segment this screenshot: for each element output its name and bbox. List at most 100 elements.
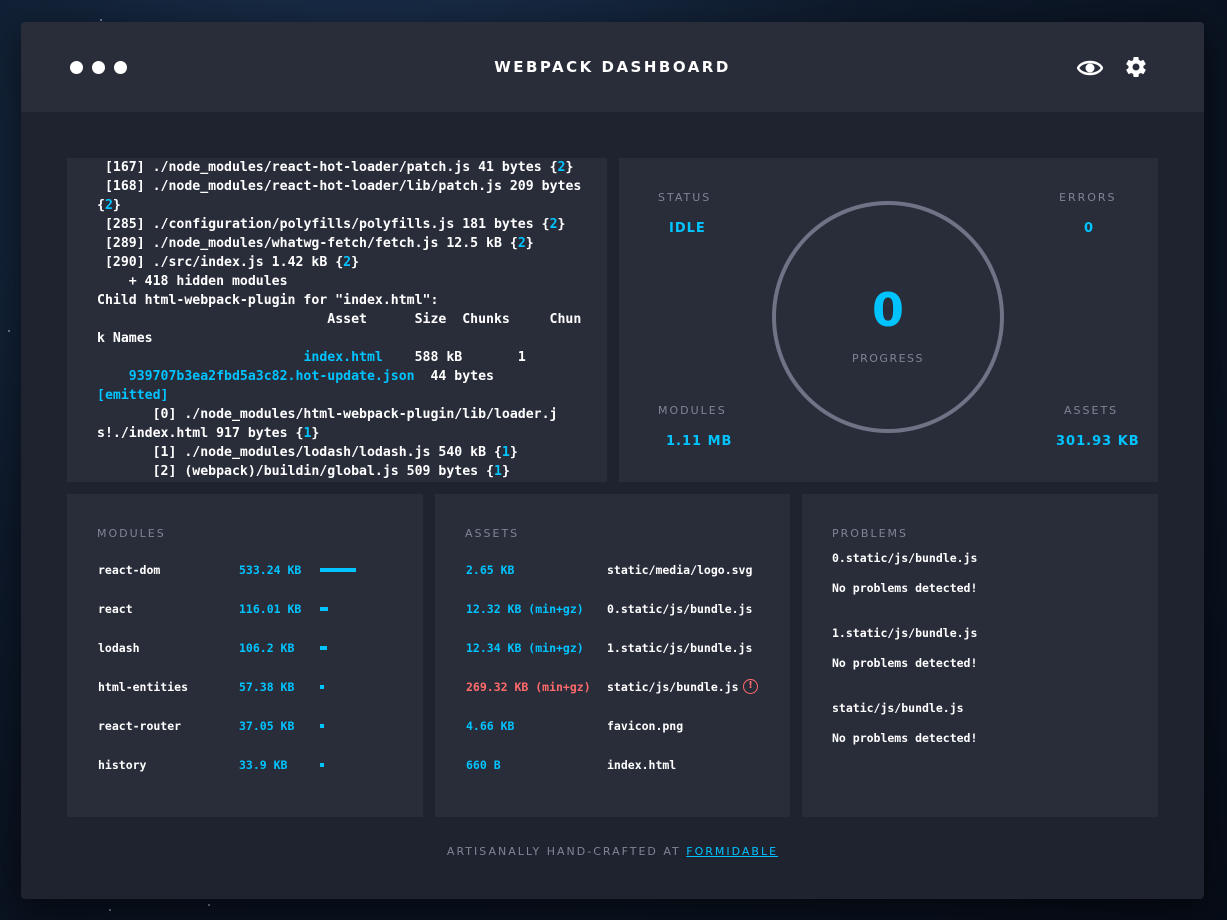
module-size-bar [320,763,324,767]
errors-value: 0 [1084,221,1095,236]
module-row: react-dom 533.24 KB [67,563,423,579]
star [100,19,102,21]
module-row: react 116.01 KB [67,602,423,618]
asset-size: 660 B [466,758,501,772]
asset-row: 660 B index.html [435,758,790,774]
log-segment: Child html-webpack-plugin for "index.htm… [97,293,439,308]
log-segment: index.html [303,350,383,365]
log-segment: [168] ./node_modules/react-hot-loader/li… [97,179,590,213]
errors-label: ERRORS [1059,191,1117,204]
asset-name: favicon.png [607,719,684,733]
modules-total-label: MODULES [658,404,727,417]
module-size: 116.01 KB [239,602,302,616]
module-name: react-dom [98,563,161,577]
module-name: lodash [98,641,140,655]
log-segment: 2 [517,236,526,251]
problem-message: No problems detected! [832,731,978,745]
log-segment: [167] ./node_modules/react-hot-loader/pa… [97,160,558,175]
asset-name: 1.static/js/bundle.js [607,641,753,655]
module-size-bar [320,607,328,611]
log-segment: Asset Size Chunks Chunk Names [97,312,582,346]
modules-title: MODULES [97,527,166,540]
asset-size: 269.32 KB (min+gz) [466,680,591,694]
build-log-panel[interactable]: [167] ./node_modules/react-hot-loader/pa… [67,158,607,482]
log-line: [290] ./src/index.js 1.42 kB {2} [97,253,585,272]
log-segment: } [565,160,574,175]
module-row: html-entities 57.38 KB [67,680,423,696]
asset-name: static/js/bundle.js [607,680,739,694]
gear-icon[interactable] [1124,55,1148,79]
footer-text: ARTISANALLY HAND-CRAFTED AT [446,845,681,858]
status-label: STATUS [658,191,712,204]
module-size: 533.24 KB [239,563,302,577]
log-segment: [285] ./configuration/polyfills/polyfill… [97,217,550,232]
log-line: [168] ./node_modules/react-hot-loader/li… [97,177,585,215]
module-name: history [98,758,147,772]
log-segment: } [509,445,518,460]
module-row: react-router 37.05 KB [67,719,423,735]
log-line: [0] ./node_modules/html-webpack-plugin/l… [97,405,585,443]
log-segment: 939707b3ea2fbd5a3c82.hot-update.json [128,369,415,384]
log-segment: [emitted] [97,388,169,403]
module-name: react-router [98,719,182,733]
title-bar: WEBPACK DASHBOARD [21,22,1204,112]
module-row: lodash 106.2 KB [67,641,423,657]
log-segment: [0] ./node_modules/html-webpack-plugin/l… [97,407,558,441]
log-line: [289] ./node_modules/whatwg-fetch/fetch.… [97,234,585,253]
log-segment: } [557,217,566,232]
progress-ring: 0 PROGRESS [772,201,1004,433]
module-size-bar [320,685,324,689]
problem-file: static/js/bundle.js [832,701,964,715]
log-segment: [1] ./node_modules/lodash/lodash.js 540 … [97,445,502,460]
assets-total-label: ASSETS [1064,404,1119,417]
log-line: + 418 hidden modules [97,272,585,291]
log-line: [285] ./configuration/polyfills/polyfill… [97,215,585,234]
page-title: WEBPACK DASHBOARD [494,58,731,76]
asset-name: index.html [607,758,677,772]
formidable-link[interactable]: FORMIDABLE [686,845,778,858]
warning-icon[interactable]: ! [743,679,758,694]
asset-size: 2.65 KB [466,563,515,577]
problem-message: No problems detected! [832,581,978,595]
log-segment: [290] ./src/index.js 1.42 kB { [97,255,344,270]
assets-title: ASSETS [465,527,520,540]
eye-icon[interactable] [1077,55,1103,81]
log-segment: } [525,236,534,251]
log-line: Asset Size Chunks Chunk Names [97,310,585,348]
module-size: 106.2 KB [239,641,295,655]
status-panel: STATUS IDLE ERRORS 0 0 PROGRESS MODULES … [619,158,1158,482]
module-name: react [98,602,133,616]
asset-size: 12.32 KB (min+gz) [466,602,584,616]
status-value: IDLE [669,221,706,236]
log-segment: } [112,198,121,213]
log-line: [1] ./node_modules/lodash/lodash.js 540 … [97,443,585,462]
module-size-bar [320,724,324,728]
log-segment: 2 [343,255,352,270]
log-segment: 2 [549,217,558,232]
problem-message: No problems detected! [832,656,978,670]
star [8,330,10,332]
problem-file: 0.static/js/bundle.js [832,551,978,565]
star [109,909,111,911]
log-line: [2] (webpack)/buildin/global.js 509 byte… [97,462,585,481]
problem-file: 1.static/js/bundle.js [832,626,978,640]
asset-row: 269.32 KB (min+gz) static/js/bundle.js! [435,679,790,696]
asset-size: 12.34 KB (min+gz) [466,641,584,655]
log-segment: } [311,426,320,441]
assets-panel: ASSETS 2.65 KB static/media/logo.svg 12.32… [435,494,790,817]
module-row: history 33.9 KB [67,758,423,774]
module-size-bar [320,568,356,572]
progress-value: 0 [871,283,904,337]
module-size: 33.9 KB [239,758,288,772]
module-name: html-entities [98,680,189,694]
module-size: 37.05 KB [239,719,295,733]
asset-name: 0.static/js/bundle.js [607,602,753,616]
log-segment: } [501,464,510,479]
log-line: [167] ./node_modules/react-hot-loader/pa… [97,158,585,177]
log-line: Child html-webpack-plugin for "index.htm… [97,291,585,310]
log-segment: [2] (webpack)/buildin/global.js 509 byte… [97,464,494,479]
footer: ARTISANALLY HAND-CRAFTED AT FORMIDABLE [21,845,1204,858]
modules-total-value: 1.11 MB [666,434,733,449]
asset-row: 12.34 KB (min+gz) 1.static/js/bundle.js [435,641,790,657]
asset-row: 2.65 KB static/media/logo.svg [435,563,790,579]
